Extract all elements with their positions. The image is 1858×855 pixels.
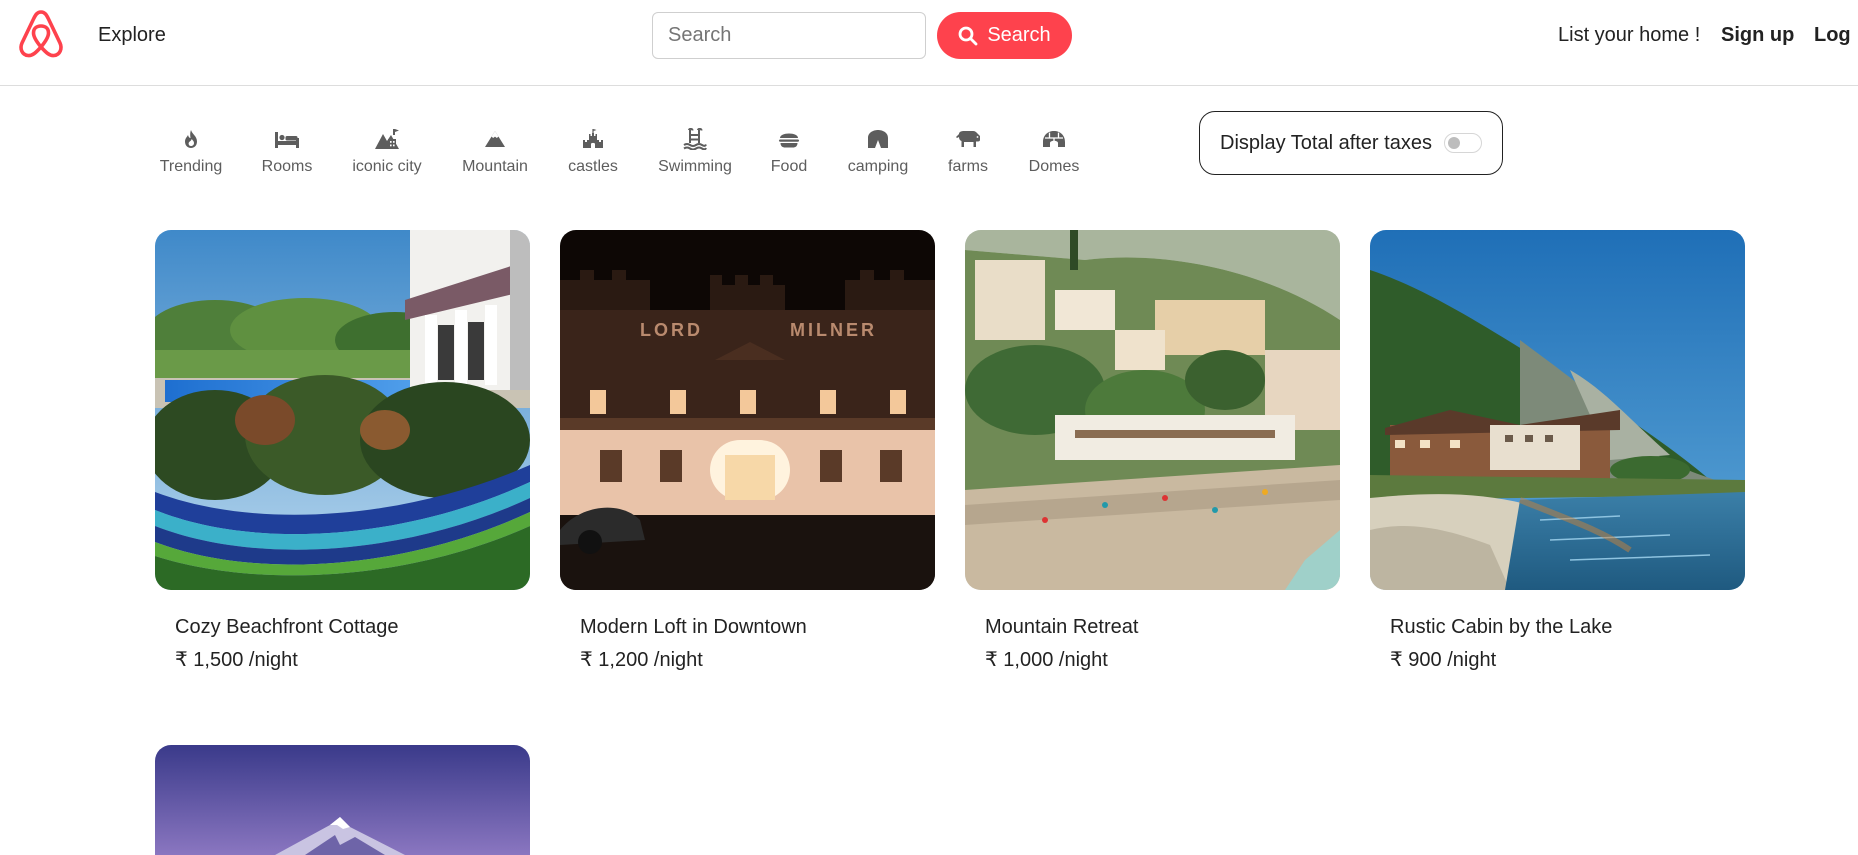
search-button-label: Search: [987, 24, 1051, 46]
filter-label: castles: [568, 158, 618, 175]
mountain-icon: [482, 126, 508, 152]
pool-icon: [682, 126, 708, 152]
explore-link[interactable]: Explore: [98, 24, 166, 47]
filter-label: Trending: [159, 158, 223, 175]
filter-camping[interactable]: camping: [846, 126, 910, 176]
listing-price: ₹ 1,200 /night: [580, 649, 703, 671]
signup-link[interactable]: Sign up: [1721, 24, 1794, 47]
listing-image[interactable]: [965, 230, 1340, 590]
listing-card[interactable]: LORD MILNER Modern Loft in Downtown ₹ 1,…: [560, 230, 935, 672]
listing-image[interactable]: LORD MILNER: [560, 230, 935, 590]
navbar: Explore Search List your home ! Sign up …: [0, 0, 1858, 86]
listing-card[interactable]: Cozy Beachfront Cottage ₹ 1,500 /night: [155, 230, 530, 672]
listing-title: Modern Loft in Downtown: [580, 616, 807, 638]
svg-text:MILNER: MILNER: [790, 320, 877, 340]
listing-price: ₹ 900 /night: [1390, 649, 1497, 671]
tax-toggle-label: Display Total after taxes: [1220, 131, 1432, 154]
tax-toggle[interactable]: Display Total after taxes: [1199, 111, 1503, 175]
svg-text:LORD: LORD: [640, 320, 703, 340]
listing-title: Mountain Retreat: [985, 616, 1139, 638]
filter-farms[interactable]: farms: [946, 126, 990, 176]
switch-knob: [1447, 137, 1460, 149]
search-input[interactable]: [652, 12, 926, 59]
listing-price: ₹ 1,500 /night: [175, 649, 298, 671]
filter-mountain[interactable]: Mountain: [461, 126, 529, 176]
filter-label: Swimming: [658, 158, 732, 175]
listing-card[interactable]: [155, 745, 530, 855]
listing-title: Rustic Cabin by the Lake: [1390, 616, 1613, 638]
city-icon: [374, 126, 400, 152]
filter-label: Rooms: [261, 158, 313, 175]
airbnb-logo-icon[interactable]: [16, 8, 66, 60]
filter-domes[interactable]: Domes: [1026, 126, 1082, 176]
listing-image[interactable]: [1370, 230, 1745, 590]
fire-icon: [178, 126, 204, 152]
listing-image[interactable]: [155, 745, 530, 855]
filter-label: farms: [948, 158, 988, 175]
listing-card[interactable]: Mountain Retreat ₹ 1,000 /night: [965, 230, 1340, 672]
bed-icon: [274, 126, 300, 152]
listing-price: ₹ 1,000 /night: [985, 649, 1108, 671]
burger-icon: [776, 126, 802, 152]
filter-label: Mountain: [462, 158, 528, 175]
filter-castles[interactable]: castles: [567, 126, 619, 176]
listing-card[interactable]: Rustic Cabin by the Lake ₹ 900 /night: [1370, 230, 1745, 672]
search-button[interactable]: Search: [937, 12, 1072, 59]
filter-rooms[interactable]: Rooms: [258, 126, 316, 176]
filter-label: Domes: [1028, 158, 1080, 175]
tax-switch[interactable]: [1443, 133, 1482, 153]
listing-title: Cozy Beachfront Cottage: [175, 616, 399, 638]
list-your-home-link[interactable]: List your home !: [1558, 24, 1700, 47]
filter-label: Food: [770, 158, 808, 175]
login-link[interactable]: Log: [1814, 24, 1851, 47]
listing-image[interactable]: [155, 230, 530, 590]
filter-iconic-city[interactable]: iconic city: [352, 126, 422, 176]
filter-label: iconic city: [352, 158, 422, 175]
cow-icon: [955, 126, 981, 152]
filter-food[interactable]: Food: [769, 126, 809, 176]
search-icon: [958, 26, 978, 45]
igloo-icon: [1041, 126, 1067, 152]
castle-icon: [580, 126, 606, 152]
tent-icon: [865, 126, 891, 152]
filter-trending[interactable]: Trending: [159, 126, 223, 176]
filter-swimming[interactable]: Swimming: [657, 126, 733, 176]
filter-label: camping: [847, 158, 909, 175]
